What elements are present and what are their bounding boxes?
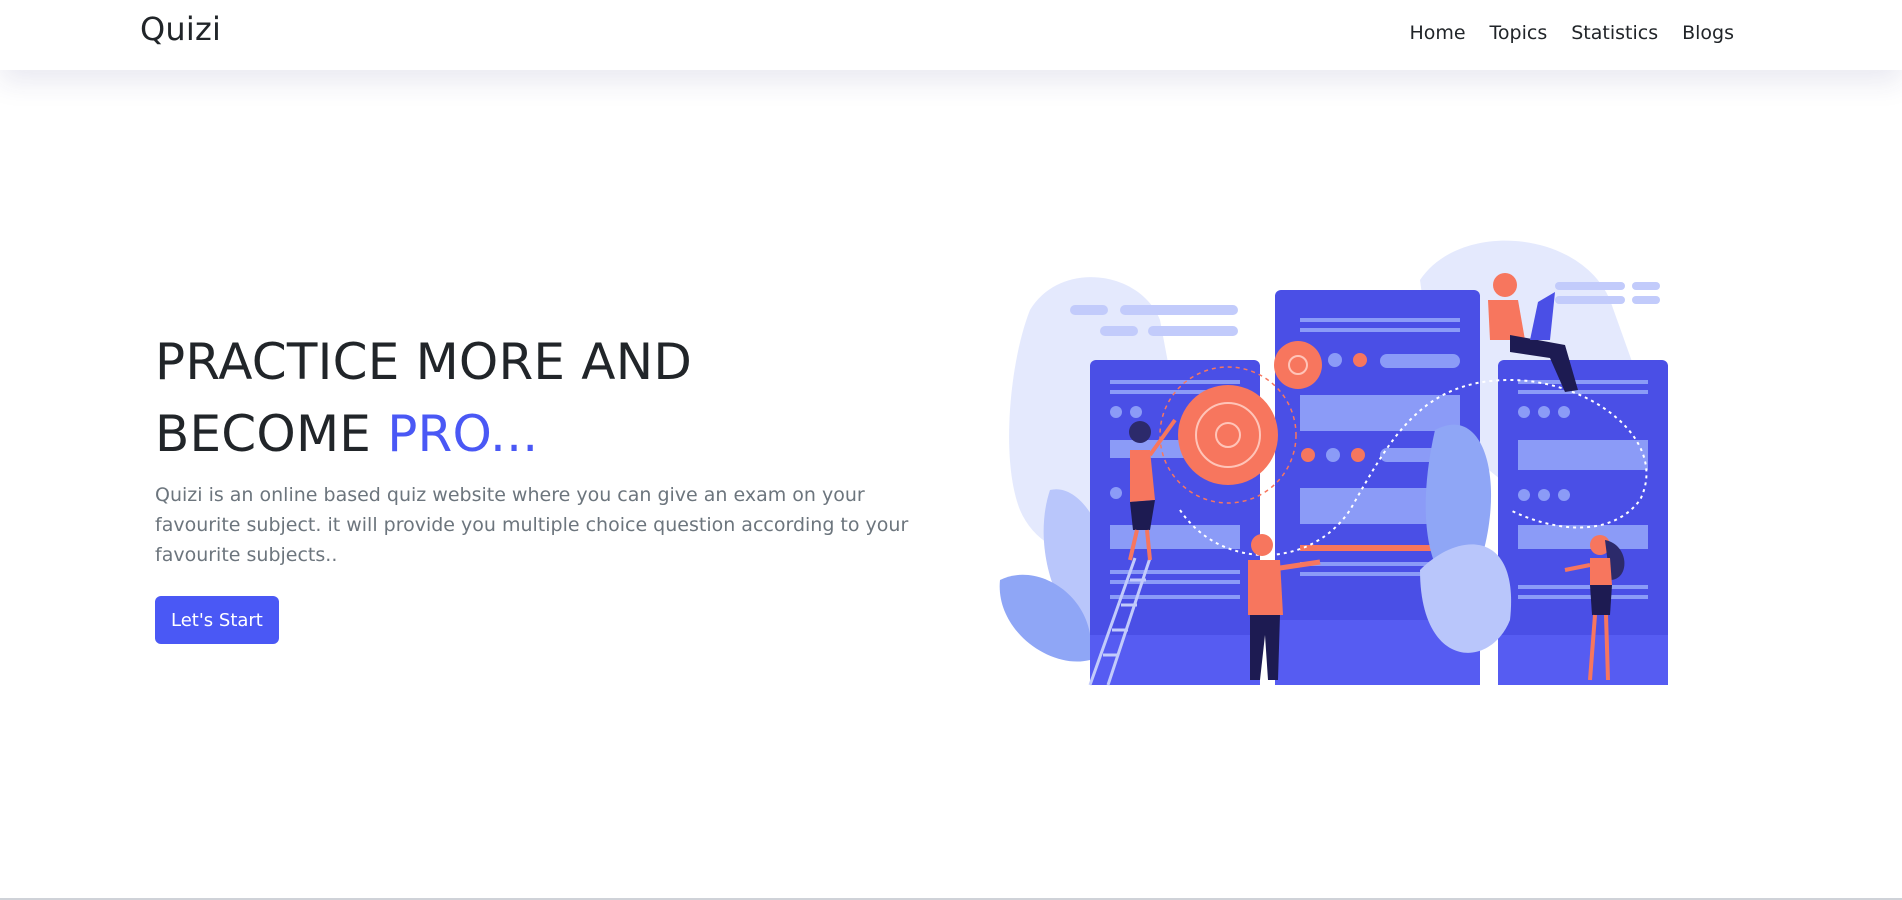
server-line [1110,580,1240,584]
server-line [1300,395,1460,431]
deco-bar [1100,326,1138,336]
deco-bar [1120,305,1238,315]
nav-links: Home Topics Statistics Blogs [1409,22,1734,44]
deco-bar [1632,282,1660,290]
server-line [1518,390,1648,394]
deco-bar [1632,296,1660,304]
server-dot [1558,489,1570,501]
brand-logo[interactable]: Quizi [140,10,221,48]
nav-link-blogs[interactable]: Blogs [1682,22,1734,44]
server-line [1110,595,1240,599]
server-dot [1301,448,1315,462]
servers-illustration [999,240,1668,686]
server-dot [1110,487,1122,499]
server-line [1518,585,1648,589]
gear-large-icon [1178,385,1278,485]
hero-title-line2: BECOME [155,405,388,463]
server-line [1110,380,1240,384]
server-dot [1538,406,1550,418]
hero-title: PRACTICE MORE AND BECOME PRO... [155,326,692,470]
server-dot [1353,353,1367,367]
server-dot [1110,406,1122,418]
server-dot [1328,353,1342,367]
nav-link-statistics[interactable]: Statistics [1571,22,1658,44]
gear-small-icon [1274,341,1322,389]
top-navbar: Quizi Home Topics Statistics Blogs [0,0,1902,70]
server-line [1300,318,1460,322]
hero-description: Quizi is an online based quiz website wh… [155,484,909,566]
server-dot [1538,489,1550,501]
server-right-base [1498,635,1668,685]
hero-title-line1: PRACTICE MORE AND [155,333,693,391]
server-line [1300,328,1460,332]
hero-title-accent: PRO... [387,405,539,463]
deco-bar [1148,326,1238,336]
server-line [1518,525,1648,549]
server-line [1518,595,1648,599]
server-line [1518,380,1648,384]
server-line [1380,354,1460,368]
server-dot [1130,406,1142,418]
server-line [1518,440,1648,470]
lets-start-button[interactable]: Let's Start [155,596,279,644]
server-dot [1558,406,1570,418]
server-line [1110,525,1240,549]
server-dot [1351,448,1365,462]
server-dot [1326,448,1340,462]
deco-bar [1555,282,1625,290]
nav-link-home[interactable]: Home [1409,22,1465,44]
deco-bar [1555,296,1625,304]
server-dot [1518,406,1530,418]
nav-link-topics[interactable]: Topics [1490,22,1548,44]
deco-bar [1070,305,1108,315]
server-dot [1518,489,1530,501]
